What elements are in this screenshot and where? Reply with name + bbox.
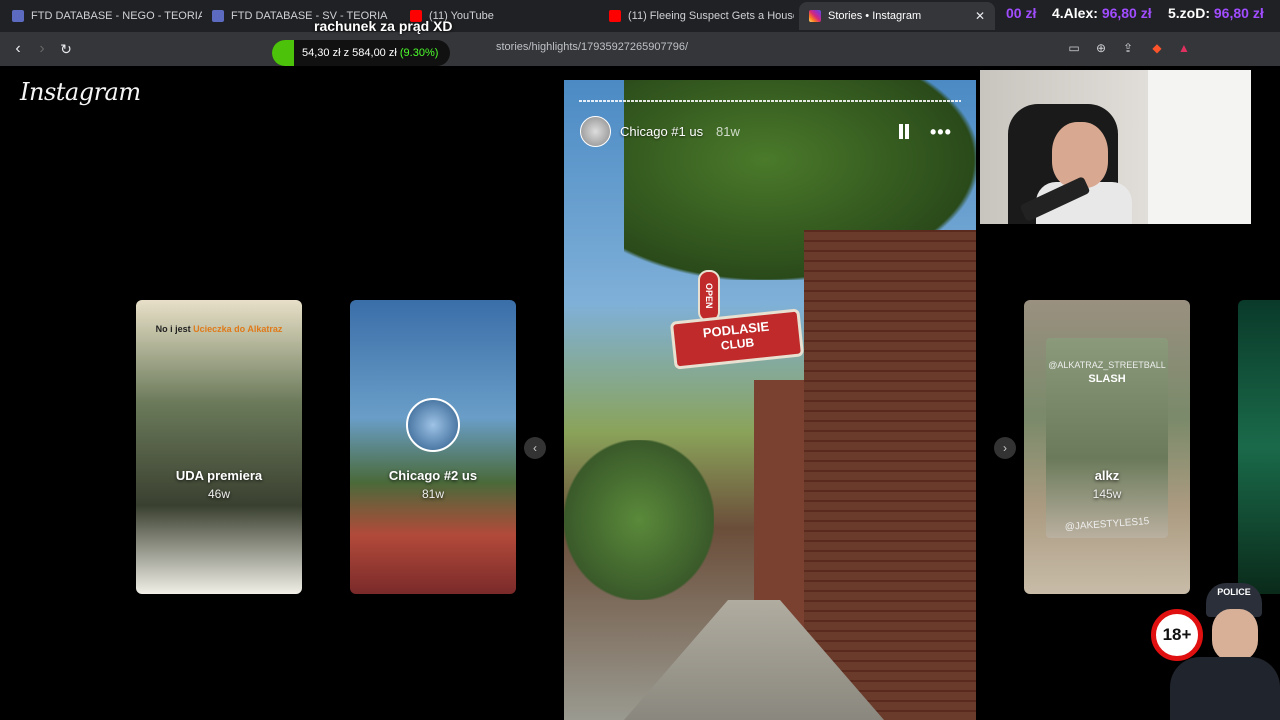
url-input[interactable]: stories/highlights/17935927265907796/ <box>496 41 688 53</box>
tab-title: Stories • Instagram <box>828 10 922 22</box>
back-icon[interactable]: ‹ <box>8 39 28 59</box>
card-title: Chicago #2 us <box>388 468 478 483</box>
story-avatar <box>406 398 460 452</box>
podlasie-club-sign: OPEN PODLASIE CLUB <box>669 270 805 370</box>
card-age: 81w <box>421 487 444 501</box>
story-card-uda-premiera[interactable]: No i jest Ucieczka do Alkatraz UDA premi… <box>136 300 302 594</box>
age-rating-badge: 18+ <box>1151 609 1203 661</box>
donation-goal: 584,00 zł <box>352 47 397 59</box>
donation-separator: z <box>343 47 350 59</box>
tab-ftd-nego[interactable]: FTD DATABASE - NEGO - TEORIA <box>12 2 202 30</box>
webcam-background <box>1148 70 1251 224</box>
stream-donation-note: rachunek za prąd XD <box>314 18 453 34</box>
leaderboard-partial: 00 zł <box>1006 5 1036 21</box>
thumbnail-title: SLASH <box>1088 373 1126 385</box>
story-image-building <box>804 230 976 720</box>
active-story[interactable]: OPEN PODLASIE CLUB <box>564 80 976 720</box>
sheets-icon <box>12 10 24 22</box>
leaderboard-amount: 96,80 zł <box>1213 5 1264 21</box>
card-title: alkz <box>1094 468 1120 483</box>
reload-icon[interactable]: ↻ <box>56 39 76 59</box>
tab-title: FTD DATABASE - NEGO - TEORIA <box>31 10 202 22</box>
sign-board: PODLASIE CLUB <box>669 308 805 370</box>
share-icon[interactable]: ⇪ <box>1120 40 1136 56</box>
poster-highlight-text: Ucieczka do Alkatraz <box>193 324 283 334</box>
leaderboard-amount: 96,80 zł <box>1101 5 1152 21</box>
leaderboard-entry-5: 5.zoD: 96,80 zł <box>1168 5 1264 21</box>
donation-goal-bar: 54,30 zł z 584,00 zł (9.30%) <box>272 40 451 66</box>
police-face <box>1212 609 1258 661</box>
police-hat-label: POLICE <box>1217 587 1251 597</box>
donation-percent: (9.30%) <box>399 47 439 59</box>
story-avatar[interactable] <box>580 116 611 147</box>
leaderboard-amount: 00 zł <box>1006 5 1037 21</box>
leaderboard-name: 4.Alex: <box>1052 5 1098 21</box>
leaderboard-name: 5.zoD: <box>1168 5 1210 21</box>
sign-open-text: OPEN <box>698 270 720 322</box>
story-username[interactable]: Chicago #1 us <box>620 124 703 139</box>
card-age: 145w <box>1092 487 1122 501</box>
card-title: UDA premiera <box>175 468 263 483</box>
story-timestamp: 81w <box>716 124 740 139</box>
close-tab-icon[interactable]: ✕ <box>975 9 985 23</box>
pause-icon[interactable] <box>897 124 911 139</box>
donation-paid: 54,30 zł <box>302 47 341 59</box>
sheets-icon <box>212 10 224 22</box>
instagram-icon <box>809 10 821 22</box>
previous-story-button[interactable]: ‹ <box>524 437 546 459</box>
poster-headline-text: No i jest <box>155 324 191 334</box>
tab-title: (11) Fleeing Suspect Gets a House Dr <box>628 10 794 22</box>
story-card-partial[interactable] <box>1238 300 1280 594</box>
leaderboard-entry-4: 4.Alex: 96,80 zł <box>1052 5 1152 21</box>
tab-instagram-stories[interactable]: Stories • Instagram ✕ <box>799 2 995 30</box>
poster-headline: No i jest Ucieczka do Alkatraz <box>136 324 302 334</box>
brave-shield-icon[interactable]: ◆ <box>1149 40 1165 56</box>
story-card-alkz[interactable]: @ALKATRAZ_STREETBALL SLASH alkz 145w @JA… <box>1024 300 1190 594</box>
cast-icon[interactable]: ▭ <box>1066 40 1082 56</box>
story-image-tree <box>564 440 714 600</box>
screen: FTD DATABASE - NEGO - TEORIA FTD DATABAS… <box>0 0 1280 720</box>
tab-youtube-video[interactable]: (11) Fleeing Suspect Gets a House Dr <box>609 2 794 30</box>
streamer-webcam <box>980 70 1251 224</box>
more-options-icon[interactable]: ••• <box>930 122 952 143</box>
story-card-chicago-2[interactable]: Chicago #2 us 81w <box>350 300 516 594</box>
thumbnail-handle: @ALKATRAZ_STREETBALL <box>1048 360 1166 370</box>
police-body <box>1170 657 1280 720</box>
next-story-button[interactable]: › <box>994 437 1016 459</box>
donation-progress-fill <box>272 40 294 66</box>
zoom-icon[interactable]: ⊕ <box>1093 40 1109 56</box>
card-age: 46w <box>207 487 230 501</box>
brave-rewards-icon[interactable]: ▲ <box>1176 40 1192 56</box>
youtube-icon <box>609 10 621 22</box>
instagram-logo[interactable]: Instagram <box>20 78 141 106</box>
forward-icon[interactable]: › <box>32 39 52 59</box>
story-progress-bar <box>579 100 961 102</box>
address-bar: ‹ › ↻ stories/highlights/179359272659077… <box>0 32 1280 66</box>
